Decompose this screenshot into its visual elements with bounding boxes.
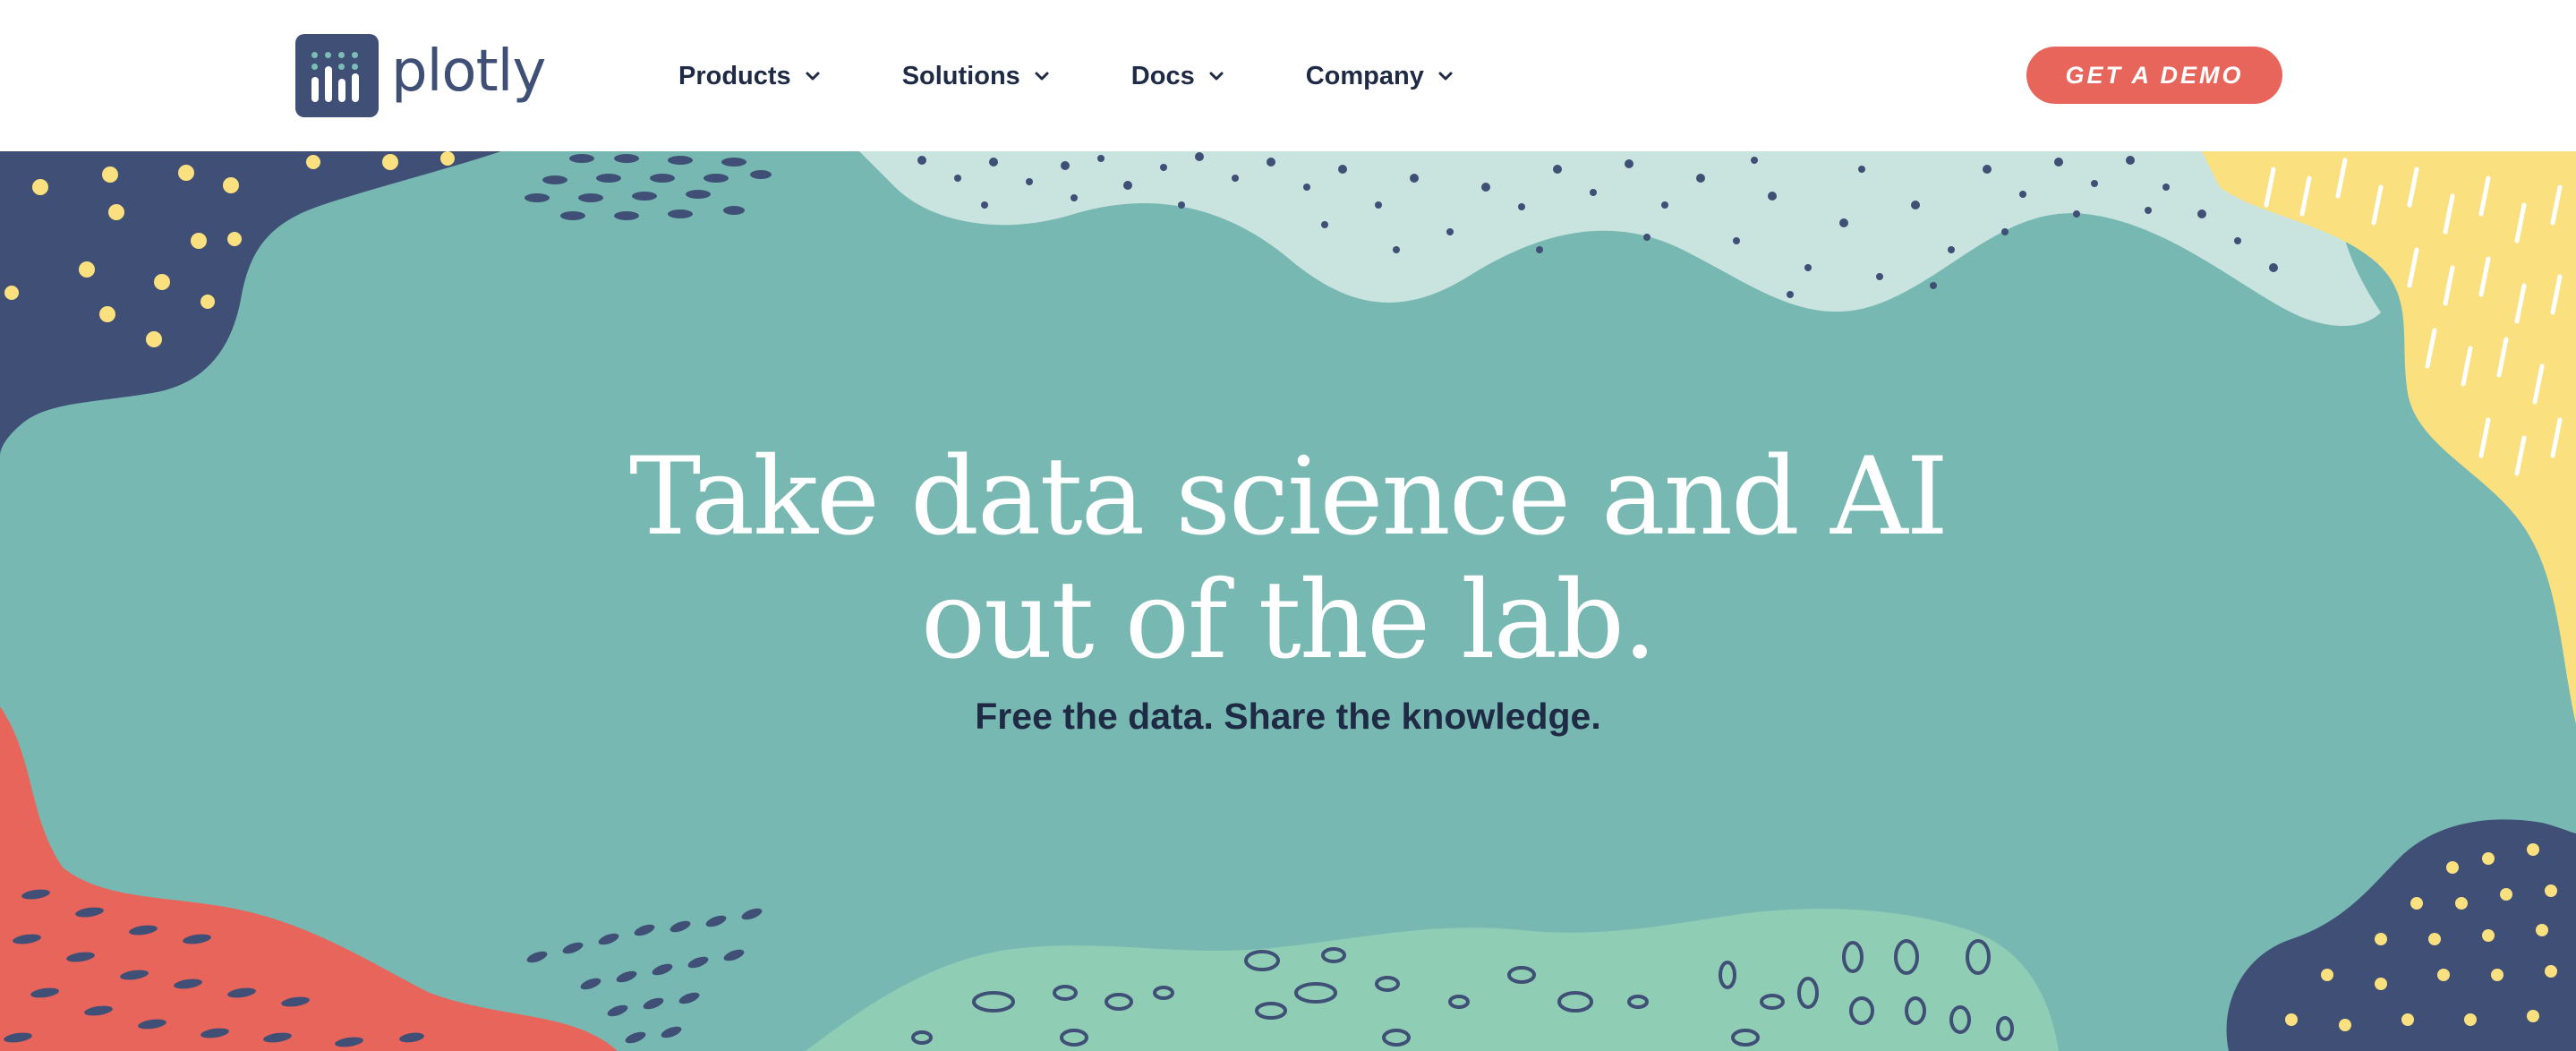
- site-header: plotly Products Solutions Docs Company G…: [0, 0, 2576, 151]
- hero-title-line: Take data science and AI: [628, 435, 1949, 560]
- get-a-demo-button[interactable]: GET A DEMO: [2026, 47, 2282, 104]
- nav-item-label: Docs: [1130, 61, 1195, 90]
- hero-title-line: out of the lab.: [920, 559, 1657, 683]
- hero-subtitle: Free the data. Share the knowledge.: [975, 696, 1601, 737]
- nav-item-products[interactable]: Products: [678, 62, 822, 91]
- chevron-down-icon: [1438, 72, 1453, 81]
- nav-item-solutions[interactable]: Solutions: [902, 62, 1051, 91]
- chevron-down-icon: [1035, 72, 1049, 81]
- plotly-logo[interactable]: plotly: [295, 33, 546, 117]
- main-nav: Products Solutions Docs Company: [678, 54, 1454, 98]
- chevron-down-icon: [806, 72, 820, 81]
- plotly-logo-icon: [295, 33, 379, 117]
- plotly-wordmark: plotly: [391, 38, 546, 105]
- nav-item-label: Products: [678, 61, 791, 90]
- nav-item-company[interactable]: Company: [1306, 62, 1454, 91]
- nav-item-label: Company: [1305, 61, 1424, 90]
- hero-title: Take data science and AI out of the lab.: [0, 436, 2576, 683]
- hero-section: Take data science and AI out of the lab.…: [0, 151, 2576, 1051]
- nav-item-docs[interactable]: Docs: [1131, 62, 1225, 91]
- chevron-down-icon: [1209, 72, 1224, 81]
- nav-item-label: Solutions: [901, 61, 1020, 90]
